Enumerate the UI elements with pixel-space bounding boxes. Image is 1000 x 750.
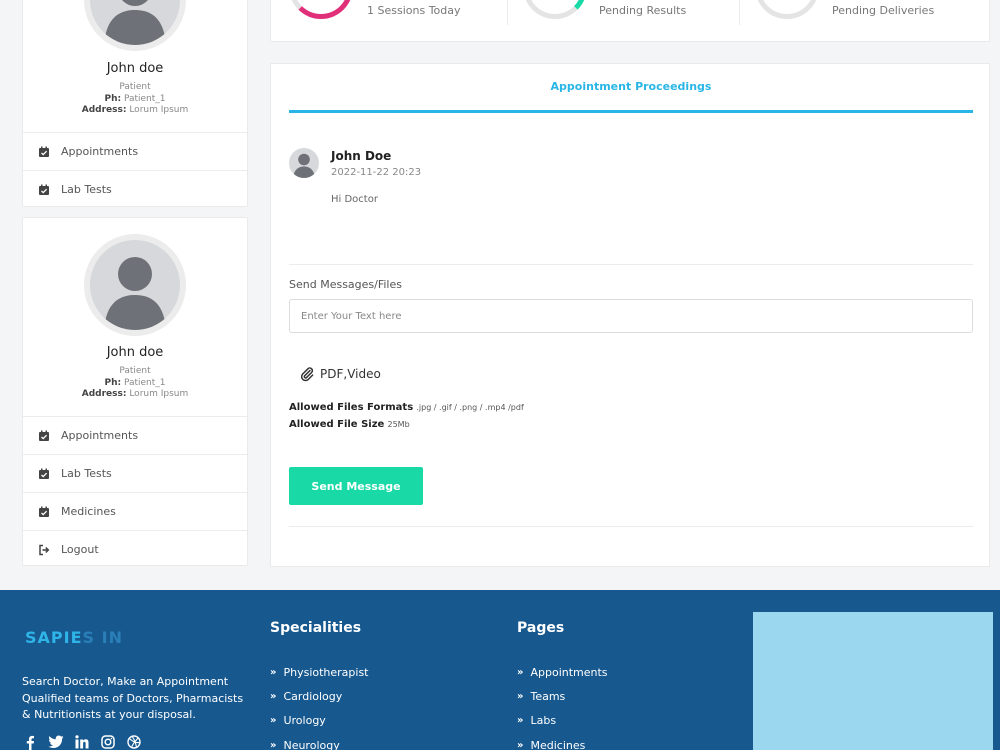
double-chevron-right-icon: »	[270, 690, 277, 702]
send-messages-label: Send Messages/Files	[289, 278, 402, 291]
calendar-check-icon	[37, 467, 51, 481]
menu-item-lab-tests[interactable]: Lab Tests	[23, 454, 247, 492]
patient-phone: Ph: Patient_1	[104, 93, 166, 104]
stat-label: Pending Deliveries	[832, 4, 935, 17]
instagram-icon[interactable]	[100, 734, 116, 750]
footer-link-labs[interactable]: » Labs	[517, 709, 608, 733]
double-chevron-right-icon: »	[517, 739, 524, 750]
paperclip-icon	[299, 366, 315, 382]
divider	[739, 0, 740, 25]
profile-menu: Appointments Lab Tests Medicines Logout	[23, 416, 247, 568]
footer-link-medicines[interactable]: » Medicines	[517, 733, 608, 750]
attach-label: PDF,Video	[320, 367, 381, 381]
stats-bar: 1 Sessions Today Pending Results Pending…	[270, 0, 990, 42]
patient-role: Patient	[119, 82, 151, 92]
footer-link-appointments[interactable]: » Appointments	[517, 660, 608, 684]
calendar-check-icon	[37, 505, 51, 519]
message-timestamp: 2022-11-22 20:23	[331, 167, 422, 178]
linkedin-icon[interactable]	[74, 734, 90, 750]
message-author: John Doe	[331, 149, 392, 163]
double-chevron-right-icon: »	[517, 690, 524, 702]
patient-name: John doe	[106, 345, 164, 360]
specialities-title: Specialities	[270, 620, 362, 636]
footer-link-cardiology[interactable]: » Cardiology	[270, 684, 369, 708]
send-message-button[interactable]: Send Message	[289, 467, 423, 505]
menu-item-label: Medicines	[61, 505, 116, 518]
footer-about: Search Doctor, Make an Appointment Quali…	[22, 675, 244, 721]
logout-icon	[37, 543, 51, 557]
patient-details: Patient Ph: Patient_1 Address: Lorum Ips…	[23, 366, 247, 401]
allowed-formats: Allowed Files Formats .jpg / .gif / .png…	[289, 402, 524, 413]
menu-item-label: Appointments	[61, 429, 139, 442]
divider	[289, 264, 973, 265]
menu-item-label: Appointments	[61, 145, 139, 158]
profile-card: John doe Patient Ph: Patient_1 Address: …	[22, 217, 248, 566]
footer-link-physiotherapist[interactable]: » Physiotherapist	[270, 660, 369, 684]
menu-item-lab-tests[interactable]: Lab Tests	[23, 170, 247, 208]
patient-address: Address: Lorum Ipsum	[81, 389, 189, 399]
footer: SAPIES IN Search Doctor, Make an Appoint…	[0, 590, 1000, 750]
menu-item-medicines[interactable]: Medicines	[23, 492, 247, 530]
pages-title: Pages	[517, 620, 565, 636]
map-embed[interactable]	[753, 612, 993, 750]
menu-item-label: Logout	[61, 543, 99, 556]
calendar-check-icon	[37, 145, 51, 159]
pages-list: » Appointments » Teams » Labs » Medicines	[517, 660, 608, 750]
logo[interactable]: SAPIES IN	[25, 628, 123, 647]
stat-ring	[523, 0, 587, 19]
divider	[507, 0, 508, 25]
stat-label: 1 Sessions Today	[367, 4, 461, 17]
appointment-proceedings-panel: Appointment Proceedings John Doe 2022-11…	[270, 63, 990, 567]
menu-item-logout[interactable]: Logout	[23, 530, 247, 568]
calendar-check-icon	[37, 183, 51, 197]
patient-details: Patient Ph: Patient_1 Address: Lorum Ips…	[23, 82, 247, 117]
patient-address: Address: Lorum Ipsum	[81, 105, 189, 115]
allowed-size: Allowed File Size 25Mb	[289, 419, 410, 430]
twitter-icon[interactable]	[48, 734, 64, 750]
double-chevron-right-icon: »	[270, 666, 277, 678]
double-chevron-right-icon: »	[270, 715, 277, 727]
profile-card: John doe Patient Ph: Patient_1 Address: …	[22, 0, 248, 207]
menu-item-appointments[interactable]: Appointments	[23, 416, 247, 454]
message-text: Hi Doctor	[331, 194, 378, 205]
stat-ring	[755, 0, 819, 19]
double-chevron-right-icon: »	[517, 666, 524, 678]
message-avatar	[289, 148, 319, 178]
patient-role: Patient	[119, 366, 151, 376]
double-chevron-right-icon: »	[517, 715, 524, 727]
attach-file-button[interactable]: PDF,Video	[299, 366, 381, 382]
menu-item-label: Lab Tests	[61, 467, 112, 480]
dribbble-icon[interactable]	[126, 734, 142, 750]
double-chevron-right-icon: »	[270, 739, 277, 750]
specialities-list: » Physiotherapist » Cardiology » Urology » N…	[270, 660, 369, 750]
message-input[interactable]	[289, 299, 973, 333]
patient-phone: Ph: Patient_1	[104, 377, 166, 388]
avatar	[84, 234, 186, 336]
divider	[289, 526, 973, 527]
menu-item-label: Lab Tests	[61, 183, 112, 196]
social-links	[22, 734, 142, 750]
footer-link-urology[interactable]: » Urology	[270, 709, 369, 733]
tab-appointment-proceedings[interactable]: Appointment Proceedings	[289, 80, 973, 93]
patient-name: John doe	[106, 61, 164, 76]
calendar-check-icon	[37, 429, 51, 443]
stat-label: Pending Results	[599, 4, 687, 17]
menu-item-appointments[interactable]: Appointments	[23, 132, 247, 170]
stat-ring	[289, 0, 353, 19]
active-tab-indicator	[289, 110, 973, 113]
profile-menu: Appointments Lab Tests	[23, 132, 247, 208]
footer-link-teams[interactable]: » Teams	[517, 684, 608, 708]
footer-link-neurology[interactable]: » Neurology	[270, 733, 369, 750]
facebook-icon[interactable]	[22, 734, 38, 750]
avatar	[84, 0, 186, 51]
